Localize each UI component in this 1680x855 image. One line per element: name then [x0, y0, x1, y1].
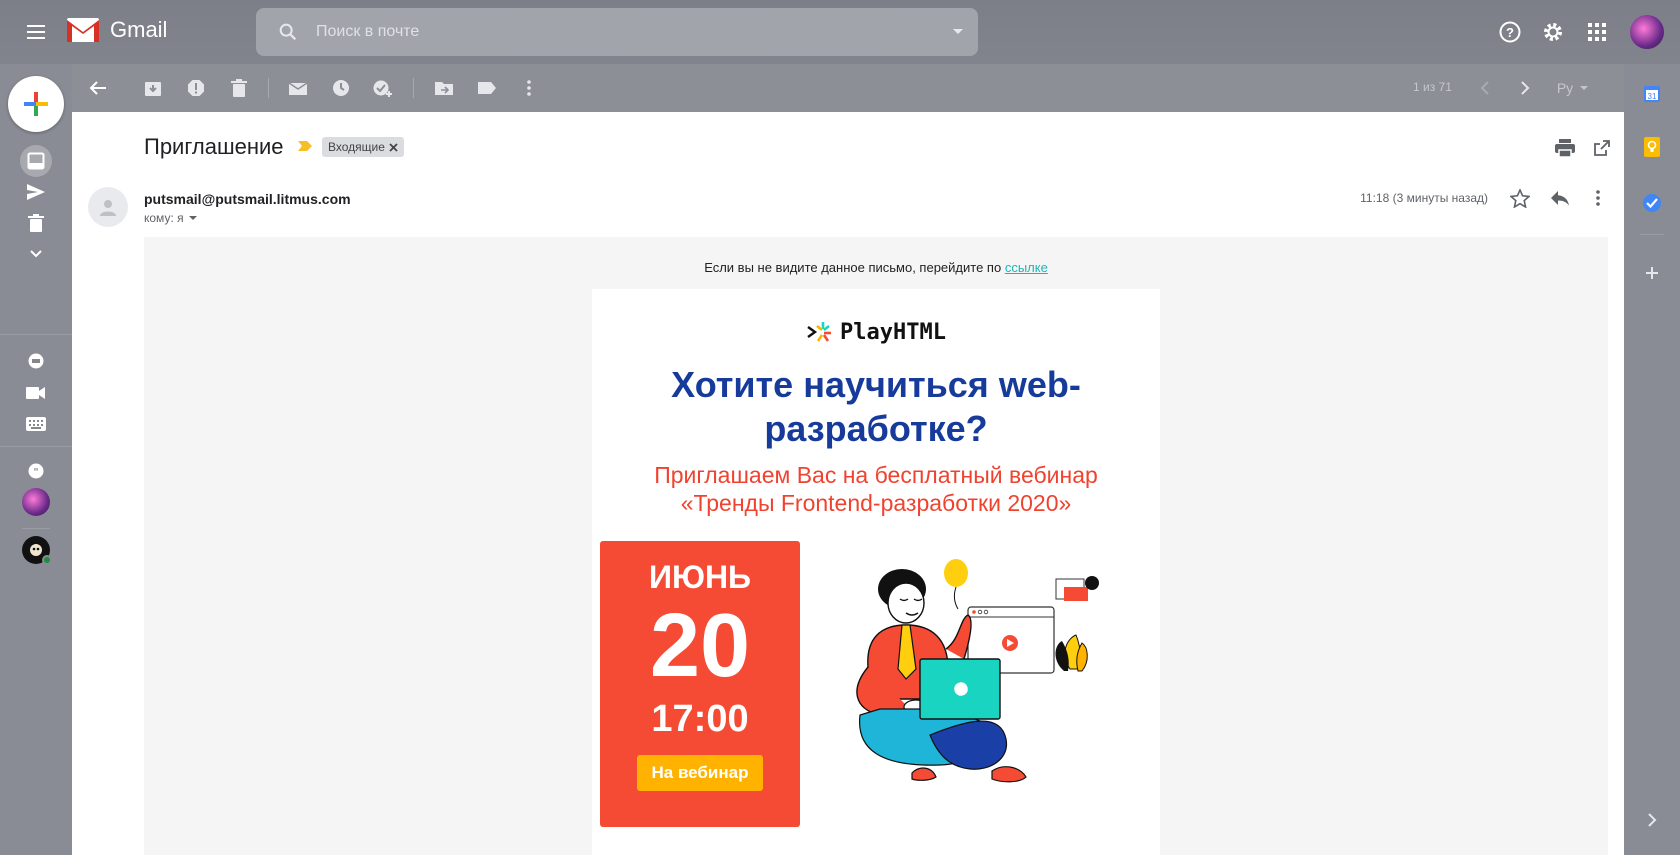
svg-text:": ": [33, 467, 38, 478]
side-panel-divider: [1640, 234, 1664, 235]
hangouts-avatar[interactable]: [22, 488, 50, 516]
trash-icon[interactable]: [20, 207, 52, 239]
inbox-icon[interactable]: [20, 145, 52, 177]
online-status-dot: [42, 555, 52, 565]
remove-label-close-icon[interactable]: [389, 142, 398, 152]
back-arrow-icon[interactable]: [86, 76, 110, 100]
view-online-link[interactable]: ссылке: [1005, 260, 1048, 275]
report-spam-icon[interactable]: [184, 76, 208, 100]
search-bar[interactable]: [256, 8, 978, 56]
inbox-label-chip[interactable]: Входящие: [322, 137, 404, 157]
message-subject: Приглашение: [144, 134, 284, 159]
get-addons-plus-icon[interactable]: [1640, 261, 1664, 285]
toolbar-divider: [268, 78, 269, 98]
headline-line-1: Хотите научиться web-: [671, 364, 1081, 405]
subheadline-line-1: Приглашаем Вас на бесплатный вебинар: [654, 462, 1098, 488]
subheadline: Приглашаем Вас на бесплатный вебинар «Тр…: [592, 461, 1160, 517]
chat-icon[interactable]: [20, 346, 52, 378]
recipient-details[interactable]: кому: я: [144, 211, 198, 225]
reply-icon[interactable]: [1548, 186, 1572, 210]
more-options-vertical-icon[interactable]: [517, 76, 541, 100]
compose-button[interactable]: [8, 76, 64, 132]
menu-icon: [27, 25, 45, 27]
gmail-logo[interactable]: Gmail: [66, 16, 167, 44]
event-time: 17:00: [651, 698, 749, 740]
message-time: 11:18 (3 минуты назад): [1360, 191, 1488, 205]
settings-gear-icon[interactable]: [1538, 17, 1568, 47]
event-day: 20: [649, 596, 751, 696]
keyboard-icon[interactable]: [20, 408, 52, 440]
email-body: Если вы не видите данное письмо, перейди…: [144, 237, 1608, 855]
input-language-select[interactable]: Ру: [1550, 76, 1596, 100]
view-online-notice: Если вы не видите данное письмо, перейди…: [144, 260, 1608, 275]
headline-line-2: разработке?: [764, 408, 988, 449]
chevron-down-icon: [188, 216, 197, 220]
message-more-vertical-icon[interactable]: [1586, 186, 1610, 210]
help-icon[interactable]: ?: [1495, 17, 1525, 47]
search-input[interactable]: [316, 23, 938, 41]
hangouts-icon[interactable]: ": [20, 456, 52, 488]
notice-text: Если вы не видите данное письмо, перейди…: [704, 260, 1005, 275]
meet-video-icon[interactable]: [20, 377, 52, 409]
search-options-icon[interactable]: [938, 8, 978, 56]
pagination-count: 1 из 71: [1413, 80, 1452, 94]
language-label: Ру: [1556, 80, 1574, 96]
sender-avatar[interactable]: [88, 187, 128, 227]
event-date-card: ИЮНЬ 20 17:00 На вебинар: [600, 541, 800, 827]
expand-panel-chevron-right-icon[interactable]: [1640, 808, 1664, 832]
print-icon[interactable]: [1553, 136, 1577, 160]
archive-icon[interactable]: [141, 76, 165, 100]
newer-chevron-left-icon[interactable]: [1473, 76, 1497, 100]
message-toolbar: 1 из 71 Ру: [72, 64, 1624, 112]
search-icon[interactable]: [264, 8, 312, 56]
top-bar: Gmail ?: [0, 0, 1680, 64]
add-to-tasks-icon[interactable]: [371, 76, 395, 100]
rail-divider-3: [22, 528, 50, 529]
importance-marker-icon[interactable]: [297, 140, 313, 152]
contact-avatar[interactable]: [22, 536, 52, 565]
label-chip-text: Входящие: [328, 140, 385, 154]
subheadline-line-2: «Тренды Frontend-разработки 2020»: [680, 490, 1072, 516]
apps-grid-icon[interactable]: [1582, 17, 1612, 47]
mark-unread-icon[interactable]: [286, 76, 310, 100]
brand-logo[interactable]: PlayHTML: [592, 319, 1160, 345]
sent-icon[interactable]: [20, 176, 52, 208]
event-month: ИЮНЬ: [648, 559, 752, 595]
side-panel: 31: [1624, 64, 1680, 855]
person-icon: [100, 200, 116, 216]
calendar-icon[interactable]: 31: [1640, 82, 1664, 106]
app-name: Gmail: [110, 17, 168, 42]
recipient-text: кому: я: [144, 211, 184, 225]
developer-laptop-illustration: [856, 559, 1099, 783]
rail-divider: [0, 334, 72, 335]
account-avatar[interactable]: [1630, 15, 1664, 49]
open-in-new-window-icon[interactable]: [1590, 136, 1614, 160]
svg-text:31: 31: [1648, 92, 1657, 101]
keep-lightbulb-icon[interactable]: [1640, 135, 1664, 159]
svg-text:?: ?: [1506, 25, 1514, 40]
snooze-clock-icon[interactable]: [329, 76, 353, 100]
sender-email[interactable]: putsmail@putsmail.litmus.com: [144, 191, 351, 207]
tasks-check-icon[interactable]: [1640, 191, 1664, 215]
email-card: PlayHTML Хотите научиться web- разработк…: [592, 289, 1160, 855]
chevron-down-icon: [1580, 86, 1589, 90]
brand-name: PlayHTML: [840, 319, 946, 345]
main-menu-button[interactable]: [20, 18, 52, 46]
headline: Хотите научиться web- разработке?: [592, 363, 1160, 451]
star-icon[interactable]: [1508, 186, 1532, 210]
webinar-cta-button[interactable]: На вебинар: [637, 755, 763, 791]
move-to-folder-icon[interactable]: [432, 76, 456, 100]
gmail-m-icon: [67, 18, 99, 42]
plus-icon: [24, 92, 48, 116]
older-chevron-right-icon[interactable]: [1513, 76, 1537, 100]
message-view: Приглашение Входящие putsmail@putsmail.l…: [72, 112, 1624, 855]
label-tag-icon[interactable]: [475, 76, 499, 100]
more-chevron-down-icon[interactable]: [20, 238, 52, 270]
delete-icon[interactable]: [227, 76, 251, 100]
playhtml-logo-icon: [807, 322, 832, 342]
toolbar-divider-2: [413, 78, 414, 98]
rail-divider-2: [0, 446, 72, 447]
